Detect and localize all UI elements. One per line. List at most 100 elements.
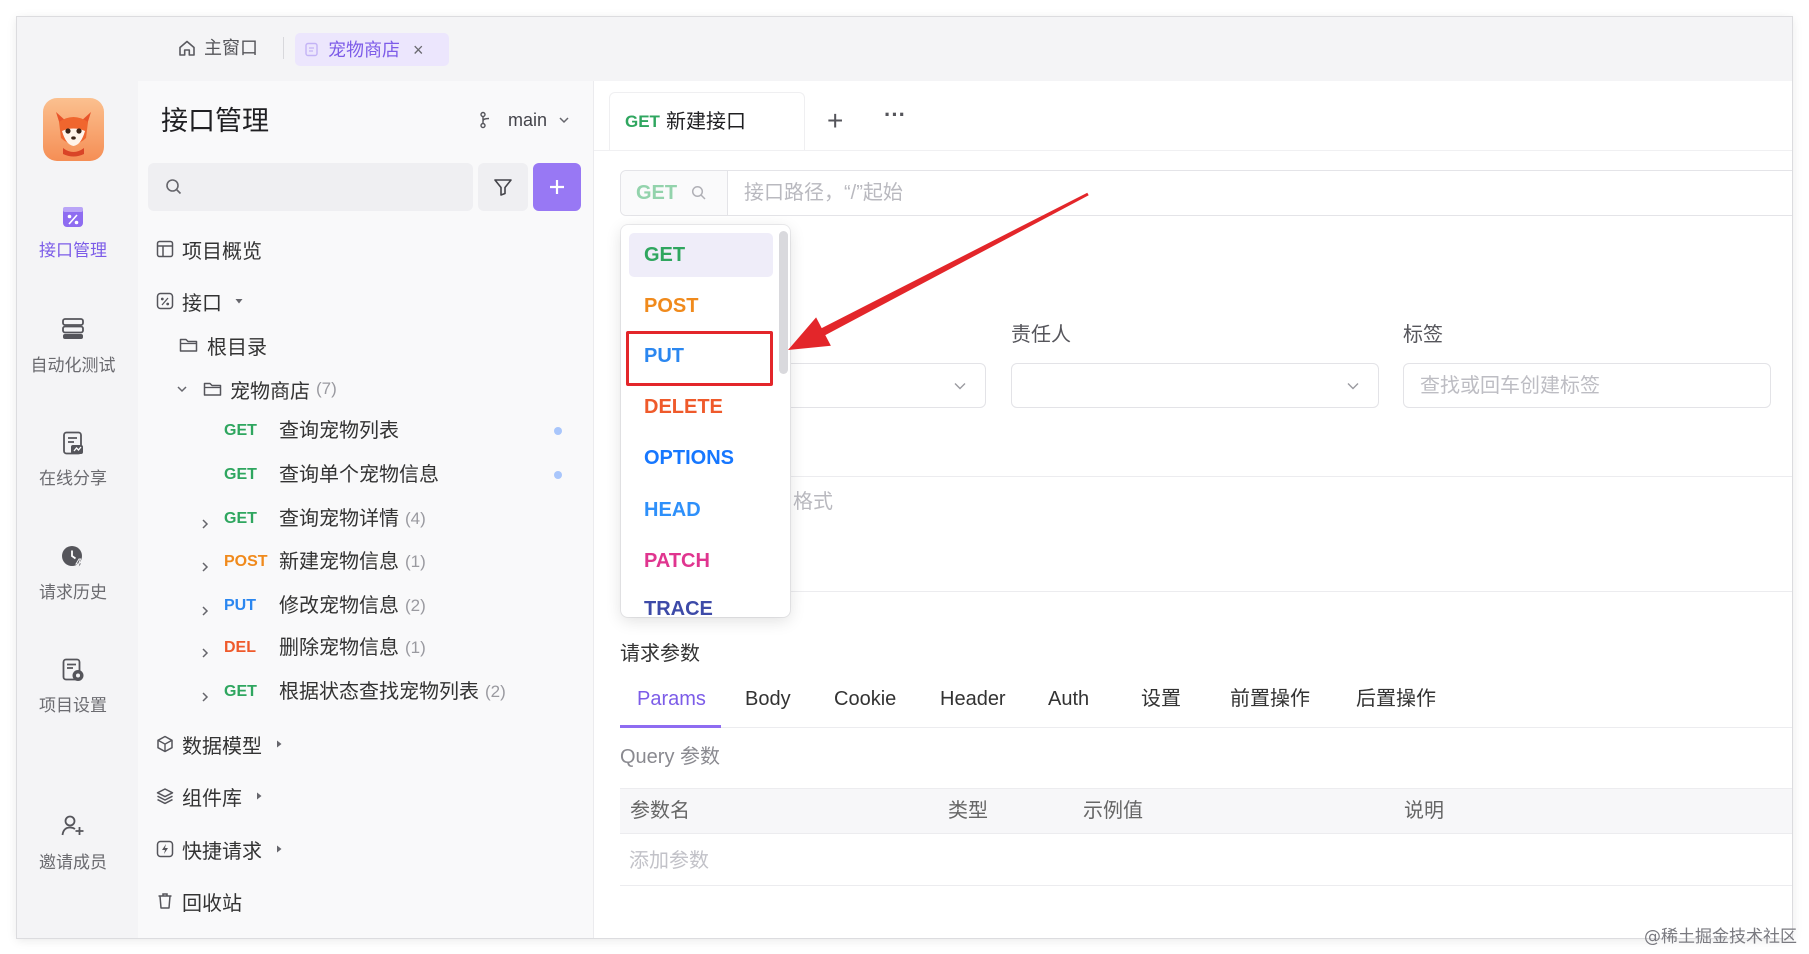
tab-params[interactable]: Params: [637, 684, 706, 714]
method-dropdown: GET POST PUT DELETE OPTIONS HEAD PATCH T…: [621, 225, 790, 617]
chevron-right-icon[interactable]: [199, 642, 211, 658]
more-button[interactable]: ···: [884, 100, 906, 130]
caret-right-icon: [274, 739, 284, 749]
search-icon: [691, 185, 707, 201]
dropdown-scrollbar[interactable]: [779, 231, 788, 374]
tab-auth[interactable]: Auth: [1048, 684, 1089, 714]
branch-selector[interactable]: main: [479, 105, 570, 135]
tree-item-folder[interactable]: 宠物商店 (7): [175, 374, 337, 404]
endpoint-label-group: 查询宠物列表: [279, 416, 405, 446]
sidebar-title: 接口管理: [161, 106, 269, 136]
chevron-right-icon[interactable]: [199, 513, 211, 529]
endpoint-count: (2): [485, 682, 506, 701]
trash-icon: [156, 892, 174, 910]
endpoint-label-group: 新建宠物信息 (1): [279, 547, 426, 577]
lightning-icon: [156, 840, 174, 858]
method-badge: GET: [224, 466, 257, 483]
search-icon: [165, 178, 183, 196]
project-avatar[interactable]: [43, 98, 104, 161]
method-option-head[interactable]: HEAD: [629, 488, 773, 532]
home-tab[interactable]: 主窗口: [177, 33, 258, 63]
method-option-delete[interactable]: DELETE: [629, 385, 773, 429]
editor-tab-new-api[interactable]: GET 新建接口: [609, 92, 805, 150]
share-doc-icon: [60, 430, 86, 456]
tab-header[interactable]: Header: [940, 684, 1006, 714]
section-divider: [620, 591, 1792, 592]
endpoint-row[interactable]: GET 根据状态查找宠物列表 (2): [138, 677, 593, 707]
tab-pre-request[interactable]: 前置操作: [1230, 684, 1310, 714]
tree-item-data-model[interactable]: 数据模型: [156, 729, 284, 759]
add-button[interactable]: [533, 163, 581, 211]
folder-name: 宠物商店: [230, 380, 310, 403]
endpoint-count: (4): [405, 509, 426, 528]
request-params-title: 请求参数: [620, 643, 700, 665]
status-dot: [554, 471, 562, 479]
chevron-right-icon[interactable]: [199, 600, 211, 616]
rail-label: 邀请成员: [39, 853, 107, 872]
tree-item-overview[interactable]: 项目概览: [156, 234, 262, 264]
endpoint-name: 新建宠物信息: [279, 551, 399, 573]
owner-select[interactable]: [1011, 363, 1379, 408]
method-option-options[interactable]: OPTIONS: [629, 436, 773, 480]
tab-cookie[interactable]: Cookie: [834, 684, 896, 714]
chevron-right-icon[interactable]: [199, 686, 211, 702]
plus-icon: [547, 177, 567, 197]
query-params-title: Query 参数: [620, 746, 721, 768]
home-tab-label: 主窗口: [204, 38, 258, 58]
tab-title: 新建接口: [665, 110, 746, 133]
folder-count: (7): [316, 379, 337, 398]
screen: 主窗口 宠物商店 × 接口管理 自动化测试 在线分享 请求历史 项目设置 邀请成…: [0, 0, 1809, 954]
tree-item-components[interactable]: 组件库: [156, 781, 264, 811]
chevron-down-icon: [175, 382, 189, 396]
search-input[interactable]: [148, 163, 473, 211]
rail-label: 项目设置: [39, 696, 107, 715]
layers-icon: [156, 787, 174, 805]
method-option-patch[interactable]: PATCH: [629, 539, 773, 583]
new-tab-button[interactable]: +: [827, 103, 843, 139]
tree-label: 快捷请求: [182, 840, 262, 863]
add-param-input[interactable]: 添加参数: [629, 846, 709, 876]
endpoint-row[interactable]: GET 查询单个宠物信息: [138, 460, 593, 490]
watermark: @稀土掘金技术社区: [1644, 927, 1797, 947]
cube-icon: [156, 735, 174, 753]
chevron-right-icon[interactable]: [199, 556, 211, 572]
owner-label: 责任人: [1011, 324, 1071, 346]
tabs-divider: [620, 727, 1792, 728]
caret-right-icon: [274, 844, 284, 854]
description-input[interactable]: 格式: [793, 487, 833, 517]
chevron-down-icon: [1346, 379, 1360, 393]
tab-body[interactable]: Body: [745, 684, 791, 714]
tab-post-request[interactable]: 后置操作: [1356, 684, 1436, 714]
method-option-post[interactable]: POST: [629, 284, 773, 328]
close-tab-button[interactable]: ×: [413, 35, 424, 65]
endpoint-label-group: 查询单个宠物信息: [279, 460, 445, 490]
tree-item-quick-request[interactable]: 快捷请求: [156, 834, 284, 864]
tree-item-trash[interactable]: 回收站: [156, 886, 242, 916]
column-header: 说明: [1404, 800, 1444, 822]
endpoint-label-group: 修改宠物信息 (2): [279, 591, 426, 621]
tab-method: GET: [625, 111, 660, 131]
method-badge: POST: [224, 553, 268, 570]
endpoint-row[interactable]: PUT 修改宠物信息 (2): [138, 591, 593, 621]
tags-input[interactable]: 查找或回车创建标签: [1403, 363, 1771, 408]
project-tab[interactable]: 宠物商店 ×: [295, 33, 449, 66]
endpoint-row[interactable]: GET 查询宠物列表: [138, 416, 593, 446]
endpoint-row[interactable]: GET 查询宠物详情 (4): [138, 504, 593, 534]
method-option-trace[interactable]: TRACE: [629, 587, 773, 617]
method-select-value: GET: [636, 182, 678, 204]
automation-icon: [60, 316, 86, 342]
filter-button[interactable]: [478, 163, 528, 211]
column-header: 参数名: [630, 800, 690, 822]
url-input[interactable]: 接口路径，“/”起始: [744, 178, 903, 208]
app-window: 主窗口 宠物商店 × 接口管理 自动化测试 在线分享 请求历史 项目设置 邀请成…: [17, 17, 1792, 938]
endpoint-row[interactable]: DEL 删除宠物信息 (1): [138, 633, 593, 663]
endpoint-row[interactable]: POST 新建宠物信息 (1): [138, 547, 593, 577]
method-badge: GET: [224, 422, 257, 439]
folder-icon: [203, 380, 222, 398]
tree-item-api-group[interactable]: 接口: [156, 286, 244, 316]
tree-item-root-folder[interactable]: 根目录: [179, 330, 267, 360]
method-select[interactable]: GET: [621, 171, 728, 215]
method-option-get[interactable]: GET: [629, 233, 773, 277]
active-tab-indicator: [620, 725, 721, 728]
tab-settings[interactable]: 设置: [1141, 684, 1181, 714]
